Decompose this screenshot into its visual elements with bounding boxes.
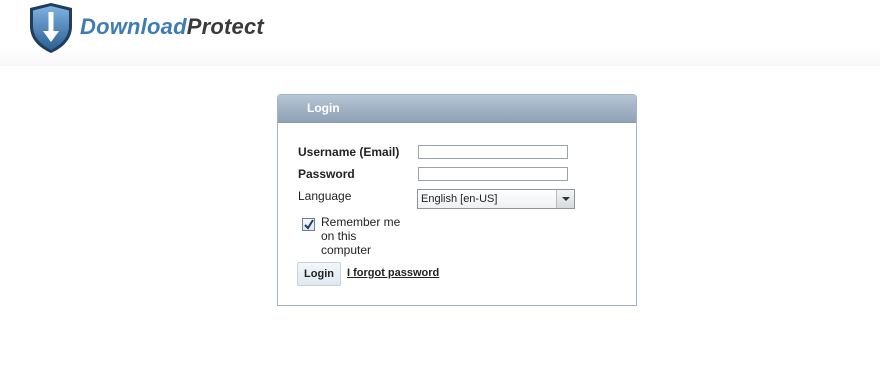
checkmark-icon (304, 219, 314, 230)
login-panel-header: Login (278, 95, 636, 123)
username-field[interactable] (418, 145, 568, 159)
login-panel-title: Login (307, 101, 340, 115)
shield-download-icon (28, 2, 74, 54)
language-select[interactable]: English [en-US] (417, 189, 575, 209)
username-label: Username (Email) (298, 145, 400, 159)
brand-name-part1: Download (80, 14, 187, 39)
header: DownloadProtect (0, 0, 880, 66)
brand-name: DownloadProtect (80, 14, 264, 40)
remember-checkbox[interactable] (302, 218, 315, 231)
language-selected-value: English [en-US] (421, 193, 498, 205)
password-label: Password (298, 167, 355, 181)
brand-name-part2: Protect (186, 14, 264, 39)
login-button[interactable]: Login (297, 262, 341, 286)
login-panel: Login Username (Email) Password Language… (277, 94, 637, 306)
remember-label: Remember me on this computer (321, 215, 401, 257)
language-label: Language (298, 189, 352, 203)
password-field[interactable] (418, 167, 568, 181)
forgot-password-link[interactable]: I forgot password (347, 267, 439, 279)
chevron-down-icon[interactable] (556, 190, 574, 208)
